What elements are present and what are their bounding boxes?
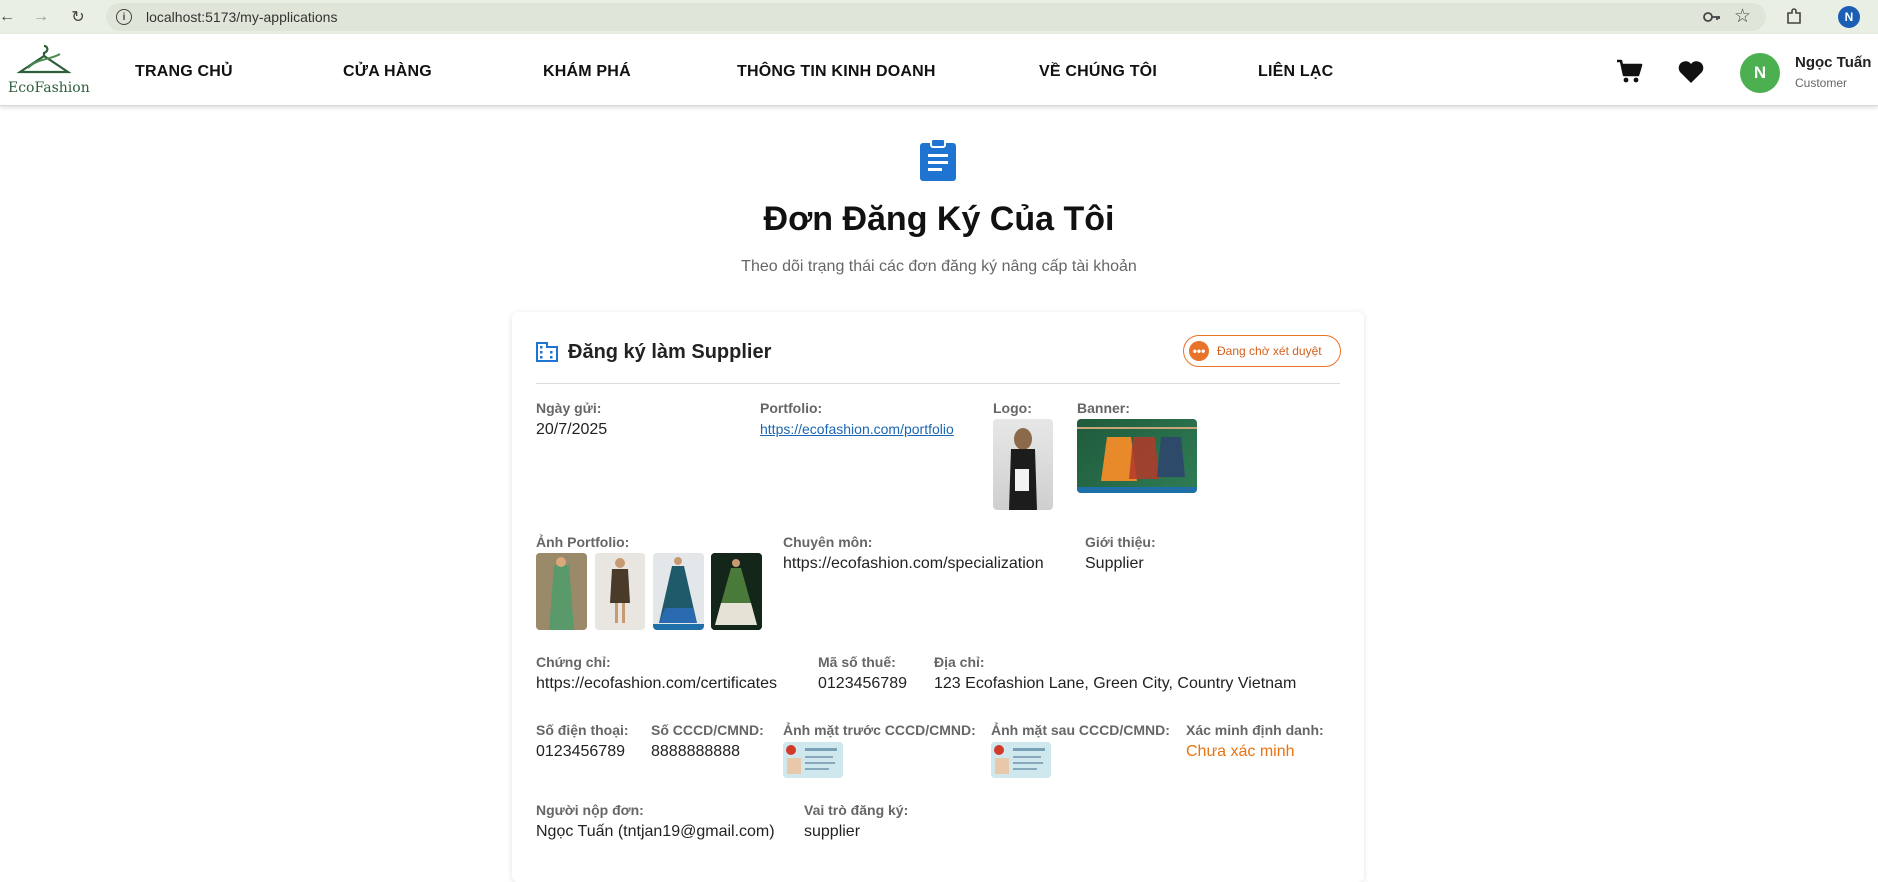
id-card-photo <box>991 742 1051 778</box>
logo-photo <box>1009 428 1037 510</box>
divider <box>536 383 1340 384</box>
nav-explore[interactable]: KHÁM PHÁ <box>543 63 631 81</box>
field-label: Ngày gửi: <box>536 400 602 416</box>
user-role: Customer <box>1795 76 1848 90</box>
field-value: https://ecofashion.com/certificates <box>536 675 777 692</box>
field-value: supplier <box>804 823 861 840</box>
field-value: Supplier <box>1085 555 1144 572</box>
field-value: 0123456789 <box>536 743 625 760</box>
applicant-field: Người nộp đơn: Ngọc Tuấn (tntjan19@gmail… <box>536 802 775 841</box>
certificates-field: Chứng chỉ: https://ecofashion.com/certif… <box>536 654 777 693</box>
specialization-field: Chuyên môn: https://ecofashion.com/speci… <box>783 534 1044 573</box>
logo-field: Logo: <box>993 400 1032 421</box>
tax-code-field: Mã số thuế: 0123456789 <box>818 654 907 693</box>
field-value: 8888888888 <box>651 743 740 760</box>
field-value: 123 Ecofashion Lane, Green City, Country… <box>934 675 1297 692</box>
reload-icon[interactable]: ↻ <box>67 6 89 28</box>
page-subtitle: Theo dõi trạng thái các đơn đăng ký nâng… <box>741 258 1137 275</box>
field-label: Số CCCD/CMND: <box>651 722 764 738</box>
heart-icon[interactable] <box>1677 59 1705 85</box>
building-icon <box>536 342 558 362</box>
portfolio-link[interactable]: https://ecofashion.com/portfolio <box>760 421 954 437</box>
nav-home[interactable]: TRANG CHỦ <box>135 63 233 81</box>
field-label: Logo: <box>993 400 1032 416</box>
id-back-field: Ảnh mặt sau CCCD/CMND: <box>991 722 1170 743</box>
address-field: Địa chỉ: 123 Ecofashion Lane, Green City… <box>934 654 1296 693</box>
field-label: Ảnh mặt sau CCCD/CMND: <box>991 722 1170 738</box>
verification-status: Chưa xác minh <box>1186 743 1295 760</box>
portfolio-field: Portfolio: https://ecofashion.com/portfo… <box>760 400 954 437</box>
extensions-icon[interactable] <box>1785 8 1803 26</box>
banner-image[interactable] <box>1077 419 1197 493</box>
field-label: Banner: <box>1077 400 1130 416</box>
portfolio-image-3[interactable] <box>653 553 704 630</box>
field-value: 0123456789 <box>818 675 907 692</box>
field-value: 20/7/2025 <box>536 421 608 438</box>
bookmark-star-icon[interactable]: ☆ <box>1734 5 1751 28</box>
page-title: Đơn Đăng Ký Của Tôi <box>763 200 1115 238</box>
application-title: Đăng ký làm Supplier <box>568 341 772 363</box>
address-bar[interactable]: i localhost:5173/my-applications <box>106 3 1766 31</box>
field-label: Portfolio: <box>760 400 823 416</box>
portfolio-photo <box>711 553 762 630</box>
field-label: Ảnh mặt trước CCCD/CMND: <box>783 722 976 738</box>
portfolio-image-2[interactable] <box>595 553 645 630</box>
field-label: Chứng chỉ: <box>536 654 611 670</box>
site-header: EcoFashion TRANG CHỦ CỬA HÀNG KHÁM PHÁ T… <box>0 34 1878 106</box>
id-card-photo <box>783 742 843 778</box>
submitted-date-field: Ngày gửi: 20/7/2025 <box>536 400 607 439</box>
back-icon[interactable]: ← <box>0 6 18 28</box>
phone-field: Số điện thoại: 0123456789 <box>536 722 629 761</box>
portfolio-photo <box>653 553 704 630</box>
status-badge: ••• Đang chờ xét duyệt <box>1183 335 1341 367</box>
portfolio-image-1[interactable] <box>536 553 587 630</box>
banner-field: Banner: <box>1077 400 1130 421</box>
clipboard-icon <box>920 138 956 181</box>
registered-role-field: Vai trò đăng ký: supplier <box>804 802 908 841</box>
identity-verification-field: Xác minh định danh: Chưa xác minh <box>1186 722 1324 761</box>
field-label: Địa chỉ: <box>934 654 985 670</box>
field-label: Số điện thoại: <box>536 722 629 738</box>
id-number-field: Số CCCD/CMND: 8888888888 <box>651 722 764 761</box>
browser-toolbar: ← → ↻ i localhost:5173/my-applications ☆… <box>0 0 1878 34</box>
field-label: Chuyên môn: <box>783 534 873 550</box>
field-label: Người nộp đơn: <box>536 802 644 818</box>
logo-image[interactable] <box>993 419 1053 510</box>
url-text[interactable]: localhost:5173/my-applications <box>146 9 337 25</box>
user-avatar[interactable]: N <box>1740 53 1780 93</box>
field-label: Ảnh Portfolio: <box>536 534 630 550</box>
intro-field: Giới thiệu: Supplier <box>1085 534 1156 573</box>
banner-photo <box>1077 427 1197 493</box>
field-label: Mã số thuế: <box>818 654 896 670</box>
cart-icon[interactable] <box>1615 58 1643 84</box>
portfolio-photo <box>595 553 645 630</box>
field-label: Giới thiệu: <box>1085 534 1156 550</box>
field-label: Xác minh định danh: <box>1186 722 1324 738</box>
user-name[interactable]: Ngọc Tuấn <box>1795 54 1871 71</box>
nav-shop[interactable]: CỬA HÀNG <box>343 63 432 81</box>
logo-text: EcoFashion <box>8 80 90 96</box>
portfolio-photo <box>536 553 587 630</box>
portfolio-images-field: Ảnh Portfolio: <box>536 534 629 555</box>
forward-icon[interactable]: → <box>30 6 52 28</box>
nav-about[interactable]: VỀ CHÚNG TÔI <box>1039 63 1157 81</box>
nav-contact[interactable]: LIÊN LẠC <box>1258 63 1333 81</box>
id-front-field: Ảnh mặt trước CCCD/CMND: <box>783 722 976 743</box>
browser-profile-avatar[interactable]: N <box>1838 6 1860 28</box>
nav-business-info[interactable]: THÔNG TIN KINH DOANH <box>737 63 936 81</box>
pending-dots-icon: ••• <box>1189 341 1209 361</box>
password-key-icon[interactable] <box>1703 9 1721 25</box>
site-info-icon[interactable]: i <box>116 9 132 25</box>
portfolio-image-4[interactable] <box>711 553 762 630</box>
field-value: Ngọc Tuấn (tntjan19@gmail.com) <box>536 823 775 840</box>
application-card: Đăng ký làm Supplier ••• Đang chờ xét du… <box>512 312 1364 882</box>
field-label: Vai trò đăng ký: <box>804 802 909 818</box>
id-back-image[interactable] <box>991 742 1051 778</box>
ecofashion-logo[interactable]: EcoFashion <box>8 42 90 98</box>
field-value: https://ecofashion.com/specialization <box>783 555 1044 572</box>
id-front-image[interactable] <box>783 742 843 778</box>
hanger-icon <box>16 44 72 74</box>
status-text: Đang chờ xét duyệt <box>1217 344 1322 358</box>
